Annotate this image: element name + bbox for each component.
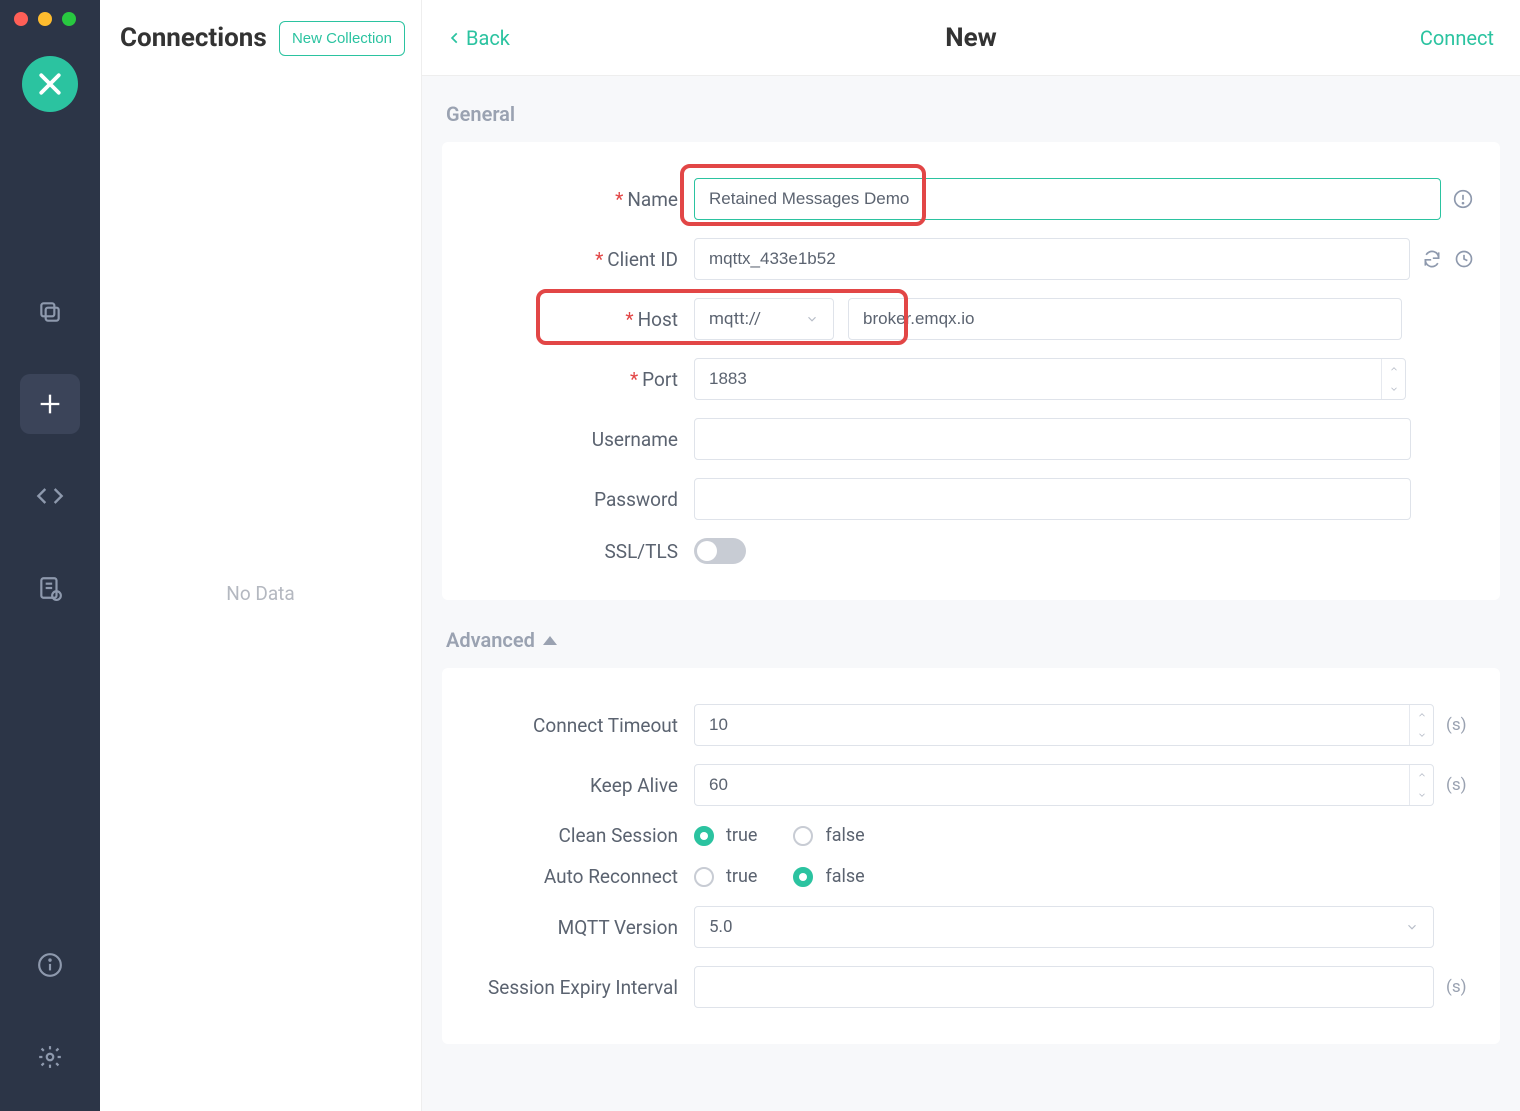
auto-reconnect-true[interactable]: true xyxy=(694,866,757,887)
keepalive-step-down[interactable] xyxy=(1410,785,1433,805)
refresh-icon[interactable] xyxy=(1422,248,1442,270)
connections-panel: Connections New Collection No Data xyxy=(100,0,422,1111)
port-label: *Port xyxy=(468,368,678,391)
timeout-unit: (s) xyxy=(1446,715,1474,735)
mqtt-version-select[interactable]: 5.0 xyxy=(694,906,1434,948)
username-input[interactable] xyxy=(694,418,1411,460)
mqtt-version-label: MQTT Version xyxy=(468,916,678,939)
keep-alive-label: Keep Alive xyxy=(468,774,678,797)
connections-header: Connections New Collection xyxy=(100,0,421,76)
history-icon[interactable] xyxy=(1454,248,1474,270)
connect-button[interactable]: Connect xyxy=(1420,26,1494,50)
connections-title: Connections xyxy=(120,23,267,53)
caret-up-icon xyxy=(543,636,557,645)
connect-timeout-input[interactable] xyxy=(694,704,1434,746)
mqtt-version-value: 5.0 xyxy=(709,917,733,937)
section-advanced: Connect Timeout (s) Keep Alive xyxy=(442,668,1500,1044)
nav-rail xyxy=(0,0,100,1111)
app-logo-icon[interactable] xyxy=(22,56,78,112)
main-header: Back New Connect xyxy=(422,0,1520,76)
nav-item-log[interactable] xyxy=(20,558,80,618)
keepalive-unit: (s) xyxy=(1446,775,1474,795)
clean-session-true[interactable]: true xyxy=(694,825,757,846)
auto-reconnect-label: Auto Reconnect xyxy=(468,865,678,888)
session-expiry-input[interactable] xyxy=(694,966,1434,1008)
session-expiry-unit: (s) xyxy=(1446,977,1474,997)
nav-item-code[interactable] xyxy=(20,466,80,526)
port-step-down[interactable] xyxy=(1382,379,1405,399)
timeout-step-down[interactable] xyxy=(1410,725,1433,745)
page-title: New xyxy=(945,23,996,53)
window-controls xyxy=(14,12,76,26)
client-id-label: *Client ID xyxy=(468,248,678,271)
host-input[interactable] xyxy=(848,298,1402,340)
section-general-title: General xyxy=(446,102,1500,126)
timeout-step-up[interactable] xyxy=(1410,705,1433,725)
form-area: General *Name *Client ID xyxy=(422,76,1520,1111)
clean-session-false[interactable]: false xyxy=(793,825,864,846)
name-label: *Name xyxy=(468,188,678,211)
window-zoom-icon[interactable] xyxy=(62,12,76,26)
port-step-up[interactable] xyxy=(1382,359,1405,379)
keep-alive-input[interactable] xyxy=(694,764,1434,806)
ssl-toggle[interactable] xyxy=(694,538,746,564)
new-collection-button[interactable]: New Collection xyxy=(279,21,405,56)
clean-session-label: Clean Session xyxy=(468,824,678,847)
nav-item-info[interactable] xyxy=(20,935,80,995)
password-label: Password xyxy=(468,488,678,511)
connect-timeout-label: Connect Timeout xyxy=(468,714,678,737)
username-label: Username xyxy=(468,428,678,451)
window-close-icon[interactable] xyxy=(14,12,28,26)
main-panel: Back New Connect General *Name xyxy=(422,0,1520,1111)
nav-item-settings[interactable] xyxy=(20,1027,80,1087)
password-input[interactable] xyxy=(694,478,1411,520)
section-advanced-title[interactable]: Advanced xyxy=(446,628,1500,652)
section-general: *Name *Client ID xyxy=(442,142,1500,600)
connections-empty-state: No Data xyxy=(100,76,421,1111)
back-label: Back xyxy=(466,26,510,50)
auto-reconnect-false[interactable]: false xyxy=(793,866,864,887)
client-id-input[interactable] xyxy=(694,238,1410,280)
host-scheme-select[interactable]: mqtt:// xyxy=(694,298,834,340)
host-label: *Host xyxy=(468,308,678,331)
back-button[interactable]: Back xyxy=(448,26,648,50)
name-input[interactable] xyxy=(694,178,1441,220)
nav-item-copy[interactable] xyxy=(20,282,80,342)
window-minimize-icon[interactable] xyxy=(38,12,52,26)
host-scheme-value: mqtt:// xyxy=(709,309,761,329)
session-expiry-label: Session Expiry Interval xyxy=(468,976,678,999)
info-icon[interactable] xyxy=(1453,188,1474,210)
keepalive-step-up[interactable] xyxy=(1410,765,1433,785)
ssl-label: SSL/TLS xyxy=(468,540,678,563)
nav-item-add[interactable] xyxy=(20,374,80,434)
port-input[interactable] xyxy=(694,358,1406,400)
